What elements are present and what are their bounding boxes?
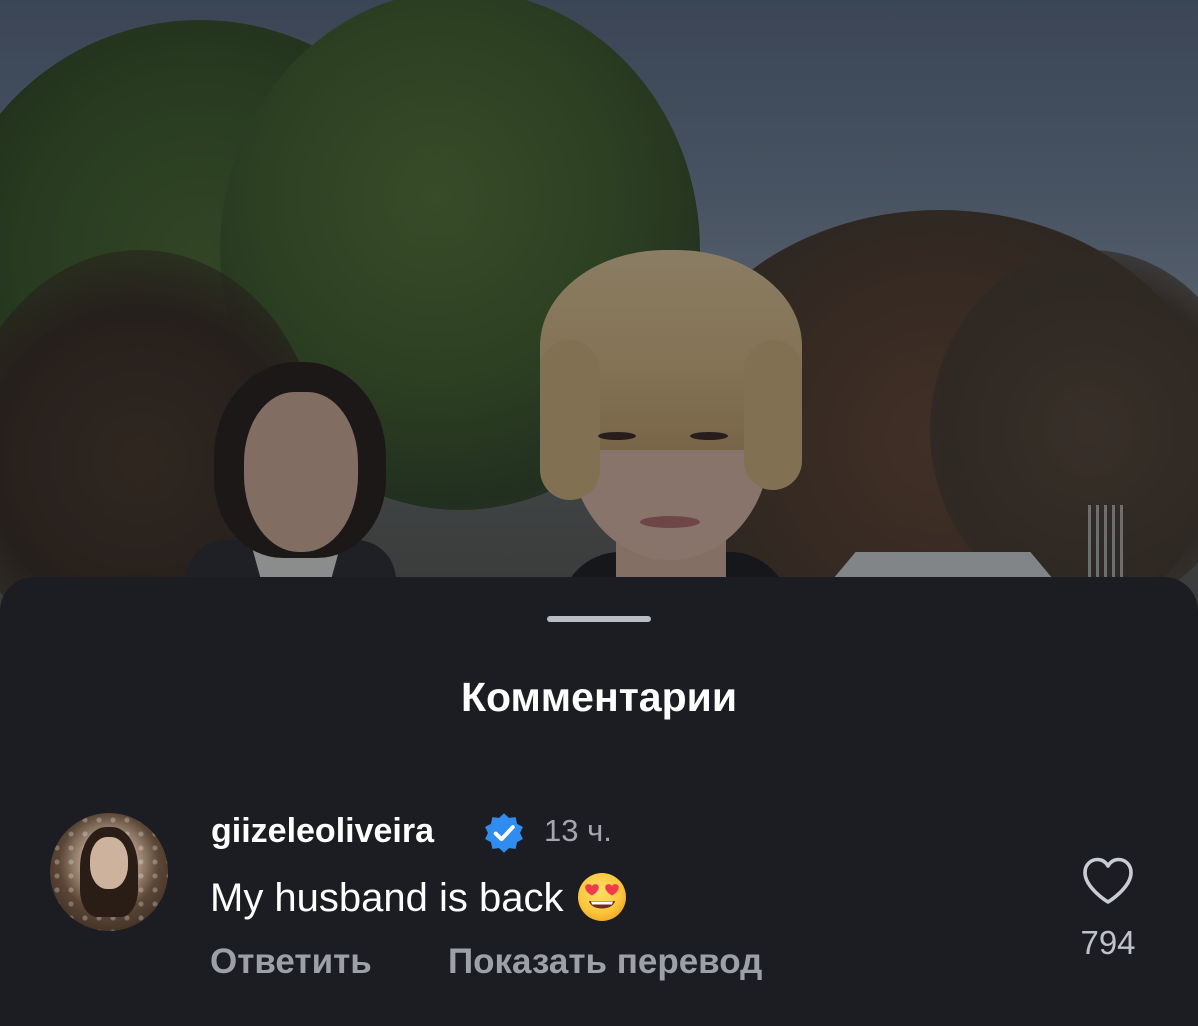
show-translation-button[interactable]: Показать перевод	[448, 939, 762, 985]
comment-text: My husband is back	[210, 876, 564, 920]
reply-button[interactable]: Ответить	[210, 939, 372, 985]
video-background[interactable]	[0, 0, 1198, 640]
heart-icon[interactable]	[1080, 855, 1136, 907]
sheet-title: Комментарии	[460, 674, 738, 720]
comment-timestamp: 13 ч.	[544, 813, 612, 848]
like-count: 794	[1080, 924, 1136, 961]
heart-eyes-emoji-icon	[577, 873, 626, 921]
comments-sheet: Комментарии giizeleoliveira 13 ч. My hus…	[0, 577, 1198, 1026]
video-dim-overlay	[0, 0, 1198, 640]
comment-item: giizeleoliveira 13 ч. My husband is back	[0, 807, 1198, 997]
avatar[interactable]	[50, 813, 168, 931]
verified-badge-icon	[485, 813, 523, 853]
comment-username[interactable]: giizeleoliveira	[211, 809, 434, 853]
drag-handle[interactable]	[547, 616, 651, 622]
comment-body: My husband is back	[210, 871, 628, 923]
avatar-face	[90, 837, 128, 889]
